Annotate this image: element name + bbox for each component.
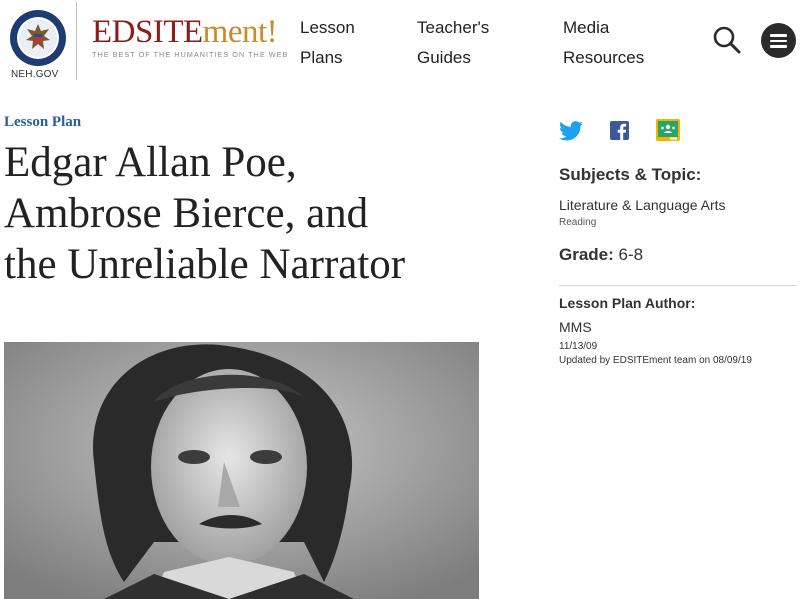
author-value: MMS [559,319,592,335]
header-divider [76,2,77,80]
nav-media-resources[interactable]: Media Resources [563,13,644,73]
lesson-plan-label: Lesson Plan [4,114,82,130]
site-header: NEH.GOV EDSITEment! THE BEST OF THE HUMA… [0,0,800,88]
nav-lesson-plans[interactable]: Lesson Plans [300,13,355,73]
neh-seal-logo[interactable] [9,9,67,67]
facebook-icon[interactable] [610,121,629,140]
created-date: 11/13/09 [559,341,598,352]
sidebar-divider [559,285,797,286]
subject-value: Literature & Language Arts [559,197,726,213]
share-icons [559,116,797,144]
neh-gov-label[interactable]: NEH.GOV [11,69,59,80]
page-title: Edgar Allan Poe, Ambrose Bierce, and the… [4,137,484,290]
updated-date: Updated by EDSITEment team on 08/09/19 [559,355,752,366]
nav-teachers-guides-line2: Guides [417,48,471,67]
title-line-3: the Unreliable Narrator [4,241,406,288]
lesson-main: Lesson Plan Edgar Allan Poe, Ambrose Bie… [4,114,484,290]
nav-lesson-plans-line1: Lesson [300,18,355,37]
author-heading: Lesson Plan Author: [559,295,696,311]
twitter-icon[interactable] [559,121,583,141]
grade-value: 6-8 [618,245,644,264]
subjects-heading: Subjects & Topic: [559,165,702,184]
topic-value: Reading [559,217,597,228]
title-line-1: Edgar Allan Poe, [4,139,297,186]
grade-row: Grade: 6-8 [559,245,797,265]
nav-media-resources-line2: Resources [563,48,645,67]
search-icon[interactable] [712,25,742,55]
lesson-sidebar: Subjects & Topic: Literature & Language … [559,116,797,366]
grade-label: Grade: [559,245,614,264]
edsitement-logo[interactable]: EDSITEment! THE BEST OF THE HUMANITIES O… [92,14,288,59]
title-line-2: Ambrose Bierce, and [4,190,369,237]
brand-tagline: THE BEST OF THE HUMANITIES ON THE WEB [92,50,289,59]
poe-portrait-image [4,342,479,599]
hamburger-menu-icon[interactable] [761,23,796,58]
nav-media-resources-line1: Media [563,18,610,37]
brand-name: EDSITE [92,14,203,50]
nav-teachers-guides[interactable]: Teacher's Guides [417,13,489,73]
nav-lesson-plans-line2: Plans [300,48,343,67]
nav-teachers-guides-line1: Teacher's [417,18,490,37]
brand-accent: ment! [202,14,278,50]
google-classroom-icon[interactable] [656,119,680,141]
